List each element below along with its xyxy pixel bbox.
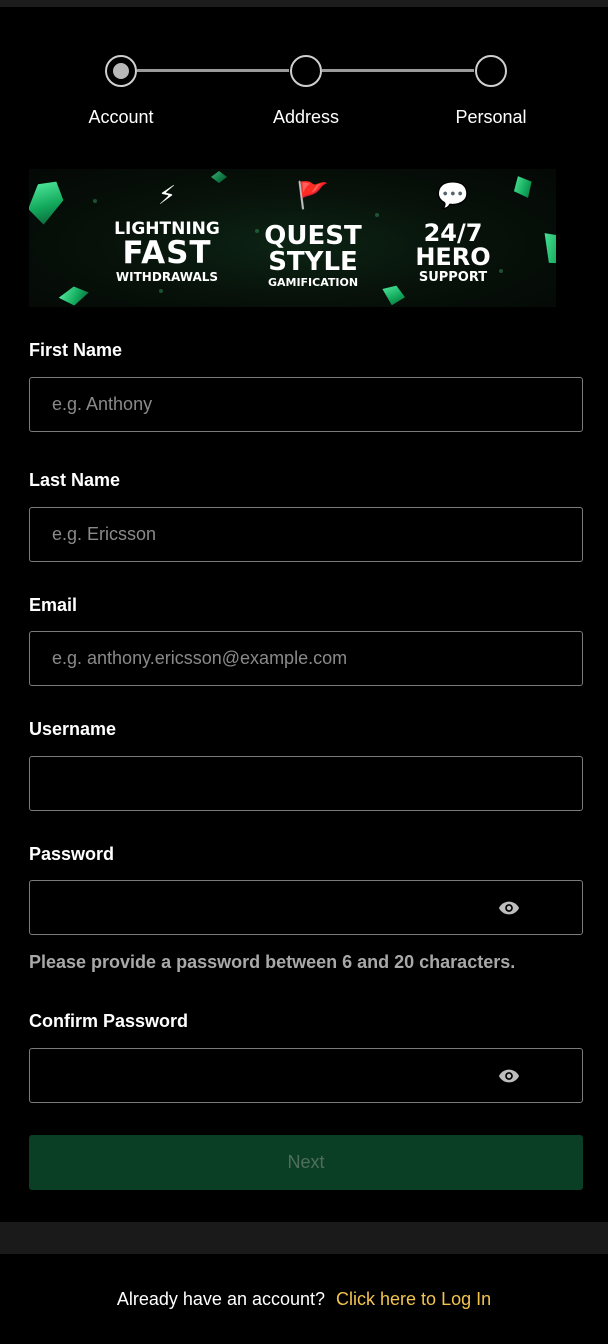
login-question: Already have an account? [116,1288,326,1309]
step-connector [322,69,474,72]
gem-decoration [378,281,407,307]
email-field [29,631,583,686]
feature-text: WITHDRAWALS [115,270,219,284]
feature-text: 24/7 [423,219,483,247]
next-button[interactable]: Next [29,1135,583,1190]
gem-decoration [211,171,227,183]
step-connector [137,69,289,72]
footer-divider [0,1222,608,1254]
gem-decoration [57,282,91,307]
email-input[interactable] [30,632,582,685]
signup-stepper: Account Address Personal [0,54,608,134]
username-input[interactable] [30,757,582,810]
feature-withdrawals: ⚡ LIGHTNING FAST WITHDRAWALS [105,183,229,283]
sparkle-decoration [375,213,379,217]
promo-banner: ⚡ LIGHTNING FAST WITHDRAWALS 🚩 QUEST STY… [29,169,556,307]
step-label-personal: Personal [455,107,527,127]
step-label-account: Account [88,107,154,127]
first-name-input[interactable] [30,378,582,431]
step-circle-account [105,55,137,87]
feature-text: FAST [122,235,212,271]
step-circle-personal [475,55,507,87]
chat-bubble-icon: 💬 [436,181,470,211]
step-label-address: Address [272,107,340,127]
gem-decoration [29,175,70,228]
step-circle-address [290,55,322,87]
feature-support: 💬 24/7 HERO SUPPORT [401,183,505,284]
username-label: Username [29,719,117,739]
password-hint: Please provide a password between 6 and … [29,952,516,972]
feature-text: SUPPORT [418,270,488,285]
first-name-label: First Name [29,340,123,360]
password-label: Password [29,844,115,864]
feature-text: STYLE [268,247,358,277]
feature-text: GAMIFICATION [267,276,359,289]
last-name-field [29,507,583,562]
gem-decoration [535,225,556,274]
eye-icon[interactable] [498,899,520,917]
feature-text: QUEST [264,221,362,251]
lightning-icon: ⚡ [157,181,177,211]
password-field [29,880,583,935]
sparkle-decoration [159,289,163,293]
last-name-label: Last Name [29,470,121,490]
gem-decoration [509,172,537,202]
email-label: Email [29,595,78,615]
login-link[interactable]: Click here to Log In [336,1289,491,1310]
login-prompt: Already have an account? Click here to L… [0,1254,608,1344]
feature-text: HERO [415,243,491,271]
confirm-password-field [29,1048,583,1103]
first-name-field [29,377,583,432]
feature-gamification: 🚩 QUEST STYLE GAMIFICATION [257,183,369,288]
last-name-input[interactable] [30,508,582,561]
confirm-password-label: Confirm Password [29,1011,189,1031]
sparkle-decoration [93,199,97,203]
flag-icon: 🚩 [296,181,330,211]
username-field [29,756,583,811]
top-strip [0,0,608,7]
eye-icon[interactable] [498,1067,520,1085]
